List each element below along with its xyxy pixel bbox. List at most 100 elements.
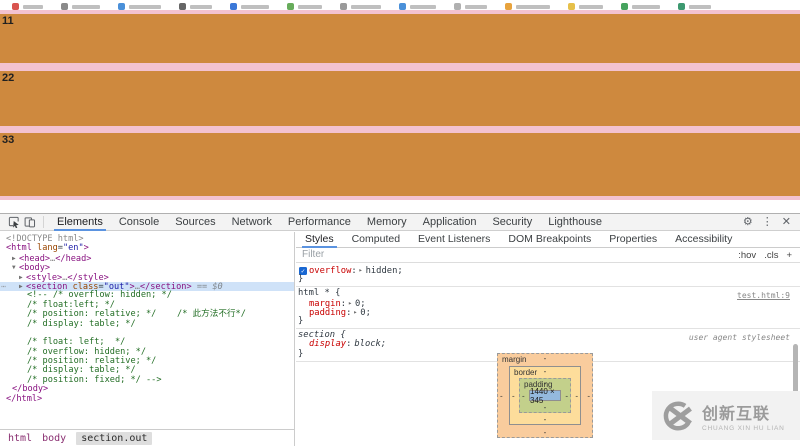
- rule-selector[interactable]: html * {test.html:9: [298, 289, 795, 298]
- bookmark-favicon-icon: [61, 3, 68, 10]
- border-left-value[interactable]: -: [512, 391, 515, 400]
- box-model-padding: padding - - - - 1440 × 345: [519, 378, 571, 413]
- bookmark-item[interactable]: [118, 3, 161, 10]
- styles-filter-bar: :hov .cls +: [296, 248, 800, 263]
- bookmark-item[interactable]: [505, 3, 550, 10]
- expand-arrow-icon[interactable]: ▸: [359, 266, 363, 274]
- subtab-accessibility[interactable]: Accessibility: [666, 232, 741, 248]
- border-right-value[interactable]: -: [575, 391, 578, 400]
- margin-left-value[interactable]: -: [500, 391, 503, 400]
- settings-gear-icon[interactable]: ⚙: [743, 217, 753, 228]
- subtab-event-listeners[interactable]: Event Listeners: [409, 232, 499, 248]
- box-model-content[interactable]: 1440 × 345: [529, 390, 561, 401]
- browser-window: 11 22 33 Elements Console Sources Networ…: [0, 0, 800, 446]
- property-value[interactable]: block;: [354, 339, 386, 349]
- comment-line[interactable]: /* display: table; */: [0, 320, 294, 329]
- new-style-rule-button[interactable]: +: [786, 250, 792, 261]
- margin-bottom-value[interactable]: -: [544, 428, 547, 437]
- close-devtools-icon[interactable]: ✕: [782, 217, 791, 228]
- style-node[interactable]: ▶<style>…</style>: [0, 273, 294, 282]
- bookmark-item[interactable]: [621, 3, 660, 10]
- value-token: "en": [63, 243, 84, 253]
- inspect-element-icon[interactable]: [6, 214, 22, 230]
- padding-right-value[interactable]: -: [565, 391, 568, 400]
- margin-top-value[interactable]: -: [544, 354, 547, 363]
- chuangxin-logo-icon: [661, 398, 697, 434]
- bookmark-item[interactable]: [454, 3, 487, 10]
- watermark-en-label: CHUANG XIN HU LIAN: [702, 425, 785, 432]
- tab-elements[interactable]: Elements: [49, 214, 111, 231]
- collapse-arrow-icon[interactable]: ▼: [12, 263, 19, 272]
- border-label: border: [514, 368, 537, 377]
- styles-filter-input[interactable]: [302, 249, 482, 260]
- property-name[interactable]: display: [309, 339, 346, 349]
- page-viewport: 11 22 33: [0, 10, 800, 200]
- section-block-3: 33: [0, 133, 800, 196]
- declaration-margin[interactable]: margin:▸0;: [298, 299, 795, 308]
- bookmark-item[interactable]: [179, 3, 212, 10]
- tag-token: >: [84, 243, 89, 253]
- watermark-cn-label: 创新互联: [702, 400, 785, 424]
- expand-arrow-icon[interactable]: ▸: [353, 308, 357, 316]
- bookmark-label: [351, 5, 381, 9]
- body-close-node[interactable]: </body>: [0, 385, 294, 394]
- more-options-kebab-icon[interactable]: ⋮: [762, 217, 773, 228]
- declaration-display[interactable]: display:block;: [298, 340, 795, 349]
- gutter-ellipsis-icon: ⋯: [1, 282, 6, 291]
- toggle-class-button[interactable]: .cls: [764, 250, 778, 261]
- bookmark-label: [516, 5, 550, 9]
- bookmark-favicon-icon: [179, 3, 186, 10]
- declaration-overflow[interactable]: ✓overflow:▸hidden;: [298, 266, 795, 275]
- block-label: 33: [2, 134, 14, 146]
- toggle-hover-state-button[interactable]: :hov: [738, 250, 756, 261]
- devtools-toolbar: Elements Console Sources Network Perform…: [0, 214, 800, 231]
- tab-sources[interactable]: Sources: [167, 214, 223, 231]
- breadcrumb: html body section.out: [0, 429, 295, 446]
- tab-memory[interactable]: Memory: [359, 214, 415, 231]
- breadcrumb-html[interactable]: html: [8, 433, 32, 444]
- dom-tree: <!DOCTYPE html> <html lang="en"> ▶<head>…: [0, 235, 294, 404]
- expand-arrow-icon[interactable]: ▶: [19, 273, 26, 282]
- margin-right-value[interactable]: -: [587, 391, 590, 400]
- bookmark-item[interactable]: [568, 3, 603, 10]
- padding-left-value[interactable]: -: [522, 391, 525, 400]
- bookmark-item[interactable]: [61, 3, 100, 10]
- box-model-margin: margin - - - - border - - - - padding: [497, 353, 593, 438]
- bookmark-label: [190, 5, 212, 9]
- bookmark-item[interactable]: [12, 3, 43, 10]
- tag-token: <html: [6, 243, 32, 253]
- tab-application[interactable]: Application: [415, 214, 485, 231]
- bookmark-item[interactable]: [678, 3, 711, 10]
- border-top-value[interactable]: -: [544, 367, 547, 376]
- watermark: 创新互联 CHUANG XIN HU LIAN: [652, 391, 800, 440]
- html-open-node[interactable]: <html lang="en">: [0, 244, 294, 253]
- box-model-diagram: margin - - - - border - - - - padding: [497, 353, 593, 438]
- bookmark-item[interactable]: [287, 3, 322, 10]
- subtab-dom-breakpoints[interactable]: DOM Breakpoints: [499, 232, 600, 248]
- tab-security[interactable]: Security: [484, 214, 540, 231]
- expand-arrow-icon[interactable]: ▶: [12, 254, 19, 263]
- tab-lighthouse[interactable]: Lighthouse: [540, 214, 610, 231]
- declaration-padding[interactable]: padding:▸0;: [298, 308, 795, 317]
- bookmark-item[interactable]: [399, 3, 436, 10]
- tab-console[interactable]: Console: [111, 214, 167, 231]
- bookmark-item[interactable]: [340, 3, 381, 10]
- body-open-node[interactable]: ▼<body>: [0, 263, 294, 272]
- tab-network[interactable]: Network: [224, 214, 280, 231]
- subtab-styles[interactable]: Styles: [296, 232, 343, 248]
- border-bottom-value[interactable]: -: [544, 415, 547, 424]
- head-node[interactable]: ▶<head>…</head>: [0, 254, 294, 263]
- expand-arrow-icon[interactable]: ▸: [348, 299, 352, 307]
- subtab-properties[interactable]: Properties: [600, 232, 666, 248]
- expand-arrow-icon[interactable]: ▶: [19, 282, 26, 291]
- tab-performance[interactable]: Performance: [280, 214, 359, 231]
- subtab-computed[interactable]: Computed: [343, 232, 409, 248]
- breadcrumb-body[interactable]: body: [42, 433, 66, 444]
- bookmark-favicon-icon: [230, 3, 237, 10]
- bookmark-label: [465, 5, 487, 9]
- styles-subtabs: Styles Computed Event Listeners DOM Brea…: [296, 232, 800, 248]
- html-close-node[interactable]: </html>: [0, 395, 294, 404]
- device-toolbar-icon[interactable]: [22, 214, 38, 230]
- bookmark-item[interactable]: [230, 3, 269, 10]
- breadcrumb-section-out[interactable]: section.out: [76, 432, 152, 445]
